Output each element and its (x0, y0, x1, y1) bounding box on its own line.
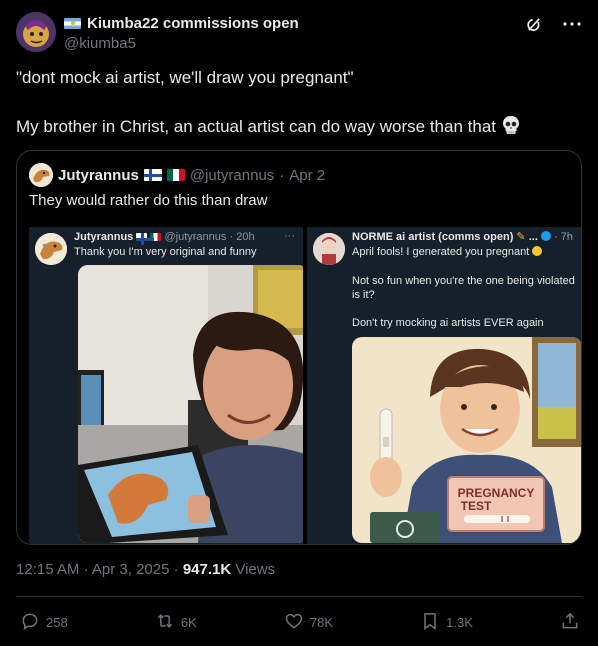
verified-badge-icon (540, 231, 551, 241)
sign-text-pregnancy: PREGNANCY (458, 486, 535, 500)
skull-emoji-icon (500, 114, 522, 136)
pencil-emoji-icon: ✎ (516, 231, 526, 243)
panel-avatar (313, 233, 345, 265)
bookmark-count: 1.3K (446, 615, 473, 630)
like-count: 78K (309, 615, 333, 630)
author-handle[interactable]: @kiumba5 (64, 35, 299, 52)
panel-text-2: Not so fun when you're the one being vio… (352, 275, 575, 301)
sign-text-test: TEST (461, 499, 492, 513)
tweet-text: "dont mock ai artist, we'll draw you pre… (16, 66, 582, 163)
grok-icon[interactable] (524, 14, 544, 34)
finland-flag-icon (143, 169, 162, 181)
panel-text-3: Don't try mocking ai artists EVER again (352, 317, 544, 329)
divider (16, 596, 582, 597)
quoted-date: Apr 2 (289, 166, 326, 184)
tweet-post: Kiumba22 commissions open @kiumba5 "dont… (0, 0, 598, 646)
reply-icon (20, 611, 40, 634)
mexico-flag-icon (166, 169, 185, 181)
action-bar: 258 6K 78K 1.3K (20, 611, 580, 634)
bookmark-button[interactable]: 1.3K (420, 611, 473, 634)
share-button[interactable] (560, 611, 580, 634)
share-icon (560, 611, 580, 634)
panel-more-icon: ··· (562, 230, 573, 242)
bookmark-icon (420, 611, 440, 634)
views-label: Views (235, 561, 276, 578)
panel-more-icon: ··· (284, 230, 295, 242)
tweet-line-main: My brother in Christ, an actual artist c… (16, 117, 497, 136)
author-block: Kiumba22 commissions open @kiumba5 (64, 13, 299, 52)
more-options-icon[interactable] (562, 14, 582, 34)
media-screenshot-right[interactable]: NORME ai artist (comms open) ✎ ... · 7h … (307, 227, 581, 544)
ai-generated-image: PREGNANCY TEST (352, 337, 581, 543)
panel-author-name: Jutyrannus (74, 231, 134, 243)
panel-text-1: April fools! I generated you pregnant (352, 245, 581, 259)
quoted-tweet-card[interactable]: Jutyrannus @jutyrannus · Apr 2 They woul… (16, 150, 582, 545)
panel-author-name: NORME ai artist (comms open) (352, 231, 514, 243)
tweet-line-quote: "dont mock ai artist, we'll draw you pre… (16, 68, 354, 87)
reply-count: 258 (46, 615, 68, 630)
quoted-author-avatar[interactable] (29, 163, 53, 187)
artist-photo (78, 265, 303, 543)
reply-button[interactable]: 258 (20, 611, 68, 634)
author-display-name[interactable]: Kiumba22 commissions open (87, 15, 299, 32)
repost-icon (155, 611, 175, 634)
repost-button[interactable]: 6K (155, 611, 197, 634)
quoted-text: They would rather do this than draw (29, 192, 268, 209)
tweet-timestamp: 12:15 AM · Apr 3, 2025 · 947.1K Views (16, 561, 276, 578)
silly-face-emoji-icon (532, 246, 543, 256)
heart-icon (284, 611, 304, 634)
panel-text: Thank you I'm very original and funny (74, 246, 257, 258)
repost-count: 6K (180, 615, 197, 630)
views-count: 947.1K (182, 561, 232, 578)
quoted-author-name[interactable]: Jutyrannus (58, 167, 139, 184)
like-button[interactable]: 78K (284, 611, 333, 634)
quoted-author-handle: @jutyrannus (189, 166, 275, 184)
media-screenshot-left[interactable]: Jutyrannus @jutyrannus · 20h ··· Thank y… (29, 227, 303, 544)
author-avatar[interactable] (16, 12, 56, 52)
finland-flag-icon (136, 233, 155, 245)
argentina-flag-icon (64, 17, 81, 29)
panel-avatar (35, 233, 67, 265)
quoted-media[interactable]: Jutyrannus @jutyrannus · 20h ··· Thank y… (29, 227, 581, 544)
